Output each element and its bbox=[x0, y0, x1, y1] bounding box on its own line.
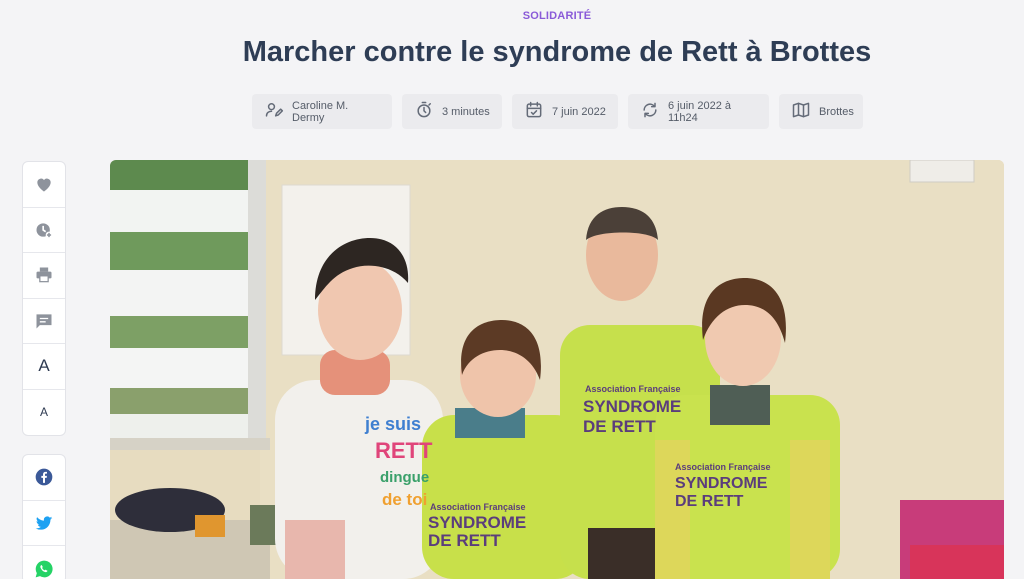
comment-button[interactable] bbox=[23, 299, 65, 344]
location-chip[interactable]: Brottes bbox=[779, 94, 863, 129]
author-chip[interactable]: Caroline M. Dermy bbox=[252, 94, 392, 129]
share-whatsapp-button[interactable] bbox=[23, 546, 65, 579]
shirt2-text-line-2: SYNDROME bbox=[583, 397, 681, 416]
article-meta-bar: Caroline M. Dermy 3 minutes 7 juin 2022 … bbox=[252, 94, 863, 129]
article-photo[interactable]: Association Française SYNDROME DE RETT A… bbox=[110, 160, 1004, 579]
facebook-icon bbox=[35, 468, 53, 486]
twitter-icon bbox=[35, 516, 53, 530]
shirt-text-line-3: DE RETT bbox=[428, 531, 501, 550]
article-actions-sidebar: A A bbox=[22, 161, 66, 436]
calendar-check-icon bbox=[524, 100, 544, 123]
share-sidebar bbox=[22, 454, 66, 579]
font-increase-label: A bbox=[38, 356, 50, 376]
font-increase-button[interactable]: A bbox=[23, 344, 65, 390]
left-shirt-text-3: dingue bbox=[380, 469, 429, 486]
left-shirt-text-1: je suis bbox=[364, 414, 421, 434]
published-date-chip: 7 juin 2022 bbox=[512, 94, 618, 129]
author-edit-icon bbox=[264, 100, 284, 123]
shirt3-text-line-3: DE RETT bbox=[675, 493, 744, 510]
published-date: 7 juin 2022 bbox=[552, 105, 606, 118]
updated-date: 6 juin 2022 à 11h24 bbox=[668, 99, 731, 124]
reading-time: 3 minutes bbox=[442, 105, 490, 118]
shirt-text-line-1: Association Française bbox=[430, 502, 526, 512]
left-shirt-text-2: RETT bbox=[375, 438, 433, 463]
heart-icon bbox=[37, 178, 51, 192]
printer-icon bbox=[36, 267, 52, 283]
article-category[interactable]: SOLIDARITÉ bbox=[0, 10, 1024, 22]
bookmark-add-icon bbox=[36, 223, 53, 239]
share-twitter-button[interactable] bbox=[23, 501, 65, 546]
author-name: Caroline M. Dermy bbox=[292, 99, 349, 124]
font-decrease-button[interactable]: A bbox=[23, 390, 65, 436]
page-title: Marcher contre le syndrome de Rett à Bro… bbox=[242, 36, 872, 68]
refresh-icon bbox=[640, 100, 660, 123]
updated-date-chip: 6 juin 2022 à 11h24 bbox=[628, 94, 769, 129]
shirt2-text-line-1: Association Française bbox=[585, 384, 681, 394]
whatsapp-icon bbox=[35, 560, 53, 578]
location-name: Brottes bbox=[819, 105, 854, 118]
map-icon bbox=[791, 100, 811, 123]
shirt3-text-line-2: SYNDROME bbox=[675, 475, 768, 492]
stopwatch-icon bbox=[414, 100, 434, 123]
font-decrease-label: A bbox=[39, 405, 48, 420]
reading-time-chip: 3 minutes bbox=[402, 94, 502, 129]
save-for-later-button[interactable] bbox=[23, 208, 65, 253]
shirt-text-line-2: SYNDROME bbox=[428, 513, 526, 532]
left-shirt-text-4: de toi bbox=[382, 490, 427, 509]
like-button[interactable] bbox=[23, 162, 65, 208]
print-button[interactable] bbox=[23, 253, 65, 299]
share-facebook-button[interactable] bbox=[23, 455, 65, 501]
comment-icon bbox=[36, 314, 52, 329]
shirt3-text-line-1: Association Française bbox=[675, 462, 771, 472]
shirt2-text-line-3: DE RETT bbox=[583, 417, 656, 436]
